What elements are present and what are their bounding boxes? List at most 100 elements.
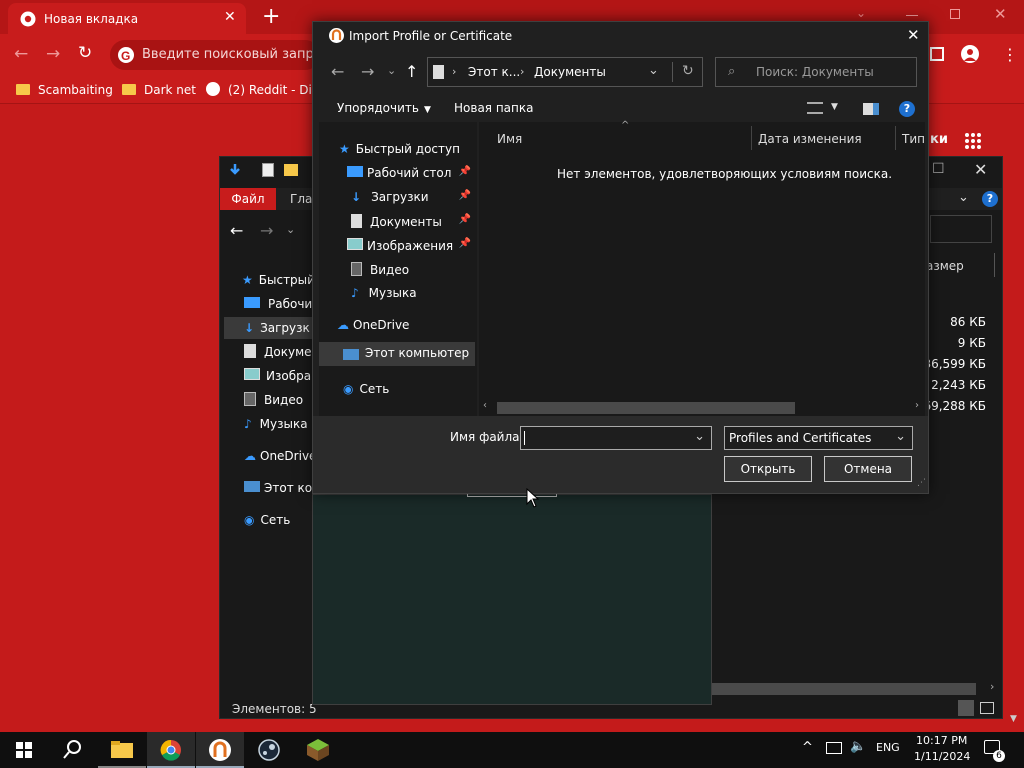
nav-pictures[interactable]: Изображения 📌 xyxy=(347,238,471,253)
view-options-icon[interactable] xyxy=(807,102,823,114)
scroll-right-icon[interactable]: › xyxy=(915,400,919,411)
taskbar-steam-icon[interactable] xyxy=(245,732,293,768)
nav-documents[interactable]: Докуме xyxy=(244,341,312,363)
bookmark-scambaiting[interactable]: Scambaiting xyxy=(16,82,113,98)
horizontal-scrollbar[interactable] xyxy=(712,683,976,695)
nav-onedrive[interactable]: ☁ OneDrive xyxy=(337,318,409,332)
organize-button[interactable]: Упорядочить ▼ xyxy=(337,101,431,115)
ribbon-expand-icon[interactable]: ⌄ xyxy=(958,190,969,205)
nav-videos[interactable]: Видео xyxy=(347,262,409,277)
apps-grid-icon[interactable] xyxy=(964,132,982,150)
recent-locations-icon[interactable]: ⌄ xyxy=(387,64,396,77)
view-dropdown-icon[interactable]: ▼ xyxy=(831,102,838,112)
nav-downloads[interactable]: ↓ Загрузк xyxy=(224,317,320,339)
nav-quick-access[interactable]: ★ Быстрый xyxy=(242,269,315,291)
volume-icon[interactable]: 🔈 xyxy=(850,739,866,754)
nav-desktop[interactable]: Рабочий стол 📌 xyxy=(347,166,471,180)
explorer-forward-icon[interactable]: → xyxy=(260,221,273,240)
filetype-select[interactable]: Profiles and Certificates ⌄ xyxy=(724,426,913,450)
scroll-left-icon[interactable]: ‹ xyxy=(483,400,487,411)
filetype-dropdown-icon[interactable]: ⌄ xyxy=(895,429,906,444)
up-folder-icon[interactable]: ↑ xyxy=(405,62,418,81)
help-icon[interactable]: ? xyxy=(982,191,998,207)
nav-this-pc[interactable]: Этот компьютер xyxy=(319,342,475,366)
explorer-back-icon[interactable]: ← xyxy=(230,221,243,240)
address-bar[interactable]: › Этот к... › Документы ⌄ ↻ xyxy=(427,57,703,87)
preview-pane-icon[interactable] xyxy=(863,103,879,115)
resize-grip-icon[interactable]: ⋰ xyxy=(917,478,926,488)
dialog-back-icon[interactable]: ← xyxy=(331,62,344,81)
bookmark-reddit[interactable]: (2) Reddit - Dive xyxy=(206,82,312,98)
pin-icon[interactable]: 📌 xyxy=(459,238,471,249)
dialog-forward-icon[interactable]: → xyxy=(361,62,374,81)
taskbar-app-logo-icon[interactable] xyxy=(196,732,244,768)
tab-search-icon[interactable]: ⌄ xyxy=(856,6,866,20)
nav-music[interactable]: ♪ Музыка xyxy=(244,413,308,435)
forward-icon[interactable]: → xyxy=(46,44,60,64)
dialog-search-input[interactable]: ⌕ Поиск: Документы xyxy=(715,57,917,87)
new-tab-button[interactable]: + xyxy=(262,4,280,30)
column-type-header[interactable]: Тип xyxy=(902,132,925,146)
nav-documents[interactable]: Документы 📌 xyxy=(347,214,471,229)
nav-this-pc[interactable]: Этот ком xyxy=(244,477,321,499)
tiles-view-icon[interactable] xyxy=(980,702,994,714)
folder-icon[interactable] xyxy=(284,164,298,176)
scroll-right-icon[interactable]: › xyxy=(990,680,994,693)
nav-network[interactable]: ◉ Сеть xyxy=(244,509,290,531)
address-dropdown-icon[interactable]: ⌄ xyxy=(648,63,659,78)
clock-date[interactable]: 1/11/2024 xyxy=(914,750,970,763)
taskbar-chrome-icon[interactable] xyxy=(147,732,195,768)
chrome-tab[interactable]: Новая вкладка ✕ xyxy=(8,3,246,34)
tray-overflow-icon[interactable]: ^ xyxy=(802,740,813,755)
breadcrumb-this-pc[interactable]: Этот к... xyxy=(468,65,520,79)
properties-icon[interactable] xyxy=(262,163,274,177)
search-icon[interactable] xyxy=(48,732,96,768)
new-folder-button[interactable]: Новая папка xyxy=(454,101,533,115)
clock-time[interactable]: 10:17 PM xyxy=(916,734,967,747)
filename-dropdown-icon[interactable]: ⌄ xyxy=(694,429,705,444)
side-panel-icon[interactable] xyxy=(930,47,944,61)
breadcrumb-documents[interactable]: Документы xyxy=(534,65,606,79)
nav-quick-access[interactable]: ★ Быстрый доступ xyxy=(339,142,460,156)
close-icon[interactable]: ✕ xyxy=(974,160,987,179)
details-view-icon[interactable] xyxy=(958,700,974,716)
reload-icon[interactable]: ↻ xyxy=(78,43,92,63)
tab-close-icon[interactable]: ✕ xyxy=(224,9,236,25)
filename-input[interactable]: ⌄ xyxy=(520,426,712,450)
network-status-icon[interactable] xyxy=(826,742,842,754)
nav-videos[interactable]: Видео xyxy=(244,389,303,411)
maximize-icon[interactable]: ☐ xyxy=(932,161,945,177)
nav-network[interactable]: ◉ Сеть xyxy=(343,382,389,396)
window-close-icon[interactable]: ✕ xyxy=(994,5,1007,23)
pin-icon[interactable]: 📌 xyxy=(459,166,471,177)
dialog-close-icon[interactable]: ✕ xyxy=(907,26,920,44)
start-button[interactable] xyxy=(0,732,48,768)
omnibox[interactable]: G Введите поисковый запро xyxy=(110,40,322,70)
horizontal-scrollbar-thumb[interactable] xyxy=(497,402,795,414)
explorer-search-input[interactable] xyxy=(930,215,992,243)
recent-locations-icon[interactable]: ⌄ xyxy=(286,223,295,236)
nav-onedrive[interactable]: ☁ OneDrive xyxy=(244,445,316,467)
restore-icon[interactable] xyxy=(950,9,960,19)
pin-icon[interactable]: 📌 xyxy=(459,190,471,201)
cancel-button[interactable]: Отмена xyxy=(824,456,912,482)
column-date-header[interactable]: Дата изменения xyxy=(758,132,862,146)
open-button[interactable]: Открыть xyxy=(724,456,812,482)
minimize-icon[interactable] xyxy=(906,15,918,16)
pin-icon[interactable]: 📌 xyxy=(459,214,471,225)
profile-avatar[interactable] xyxy=(961,45,979,63)
ribbon-tab-file[interactable]: Файл xyxy=(220,188,276,210)
language-indicator[interactable]: ENG xyxy=(876,741,900,754)
nav-desktop[interactable]: Рабочи xyxy=(244,293,312,315)
column-name-header[interactable]: Имя xyxy=(497,132,522,146)
chrome-scroll-down-icon[interactable]: ▼ xyxy=(1010,714,1017,724)
chrome-menu-icon[interactable]: ⋮ xyxy=(1002,45,1018,64)
nav-downloads[interactable]: ↓ Загрузки 📌 xyxy=(347,190,471,204)
taskbar-minecraft-icon[interactable] xyxy=(294,732,342,768)
column-size-header[interactable]: азмер xyxy=(926,259,964,273)
back-icon[interactable]: ← xyxy=(14,44,28,64)
help-icon[interactable]: ? xyxy=(899,101,915,117)
bookmark-dark-net[interactable]: Dark net xyxy=(122,82,196,98)
nav-music[interactable]: ♪ Музыка xyxy=(347,286,417,300)
nav-pictures[interactable]: Изобра xyxy=(244,365,311,387)
